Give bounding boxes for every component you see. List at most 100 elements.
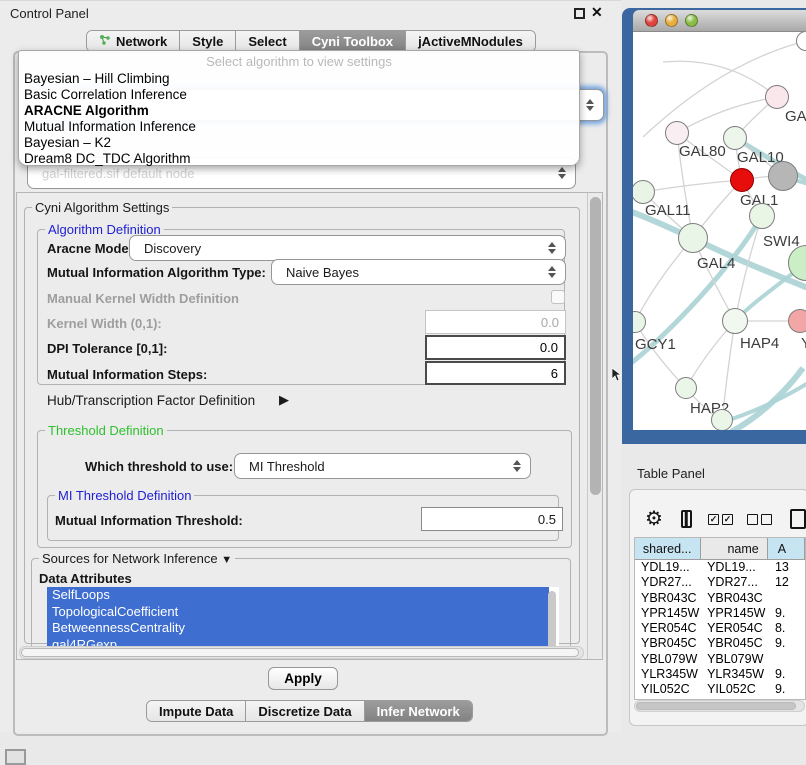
bottom-tab-bar: Impute DataDiscretize DataInfer Network bbox=[146, 700, 473, 722]
table-row[interactable]: YPR145WYPR145W9. bbox=[635, 606, 805, 621]
table-cell: YBR043C bbox=[635, 591, 701, 606]
network-node-gal[interactable] bbox=[765, 85, 789, 109]
settings-hscrollbar[interactable] bbox=[19, 646, 584, 659]
node-label: SWI4 bbox=[763, 233, 800, 250]
popup-item[interactable]: Mutual Information Inference bbox=[19, 119, 579, 135]
table-settings-gear-icon[interactable]: ⚙ bbox=[645, 509, 663, 529]
popup-item[interactable]: Bayesian – Hill Climbing bbox=[19, 71, 579, 87]
popup-item[interactable]: Bayesian – K2 bbox=[19, 135, 579, 151]
algorithm-popup-list: Bayesian – Hill ClimbingBasic Correlatio… bbox=[19, 71, 579, 167]
table-cell: YBR045C bbox=[635, 636, 701, 651]
hub-definition-label[interactable]: Hub/Transcription Factor Definition bbox=[47, 393, 255, 408]
attribute-item[interactable]: BetweennessCentrality bbox=[47, 620, 549, 637]
hide-columns-icon[interactable] bbox=[747, 514, 772, 525]
node-table[interactable]: shared...nameA YDL19...YDL19...13YDR27..… bbox=[634, 537, 806, 700]
table-cell: 9. bbox=[769, 667, 805, 682]
popup-placeholder: Select algorithm to view settings bbox=[19, 51, 579, 71]
hub-expand-arrow-icon[interactable]: ▶ bbox=[279, 392, 289, 408]
table-panel-title: Table Panel bbox=[637, 466, 705, 481]
minimized-panel-icon[interactable] bbox=[5, 749, 26, 765]
network-node[interactable] bbox=[768, 161, 798, 191]
tab-impute-data[interactable]: Impute Data bbox=[147, 701, 246, 721]
settings-vscrollbar-thumb[interactable] bbox=[590, 197, 601, 495]
table-cell: 12 bbox=[769, 575, 805, 590]
table-hscrollbar-thumb[interactable] bbox=[636, 702, 796, 710]
table-row[interactable]: YER054CYER054C8. bbox=[635, 621, 805, 636]
control-panel-window: Control Panel ✕ NetworkStyleSelectCyni T… bbox=[0, 0, 621, 732]
table-row[interactable]: YBR045CYBR045C9. bbox=[635, 636, 805, 651]
column-header[interactable]: name bbox=[701, 538, 768, 559]
close-traffic-light-icon[interactable] bbox=[645, 14, 658, 27]
mi-steps-input[interactable]: 6 bbox=[425, 361, 566, 385]
network-node-gal4[interactable] bbox=[678, 223, 708, 253]
tab-style[interactable]: Style bbox=[180, 31, 236, 51]
zoom-traffic-light-icon[interactable] bbox=[685, 14, 698, 27]
kernel-width-input[interactable]: 0.0 bbox=[425, 310, 566, 334]
aracne-mode-combo[interactable]: Discovery bbox=[129, 235, 566, 261]
attribute-list-scrollbar[interactable] bbox=[548, 591, 556, 649]
table-cell: 8. bbox=[769, 621, 805, 636]
tab-discretize-data[interactable]: Discretize Data bbox=[246, 701, 364, 721]
table-row[interactable]: YBR043CYBR043C bbox=[635, 591, 805, 606]
table-cell: YDR27... bbox=[701, 575, 769, 590]
table-cell: YIL052C bbox=[701, 682, 769, 697]
settings-hscrollbar-thumb[interactable] bbox=[21, 648, 579, 657]
popup-item[interactable]: Dream8 DC_TDC Algorithm bbox=[19, 151, 579, 167]
table-row[interactable]: YBL079WYBL079W bbox=[635, 652, 805, 667]
network-node-gal1[interactable] bbox=[730, 168, 754, 192]
show-columns-icon[interactable]: ✓✓ bbox=[708, 514, 733, 525]
algorithm-popup: Select algorithm to view settings Bayesi… bbox=[18, 50, 580, 166]
table-row[interactable]: YLR345WYLR345W9. bbox=[635, 667, 805, 682]
network-node[interactable] bbox=[711, 409, 733, 430]
node-label: HAP4 bbox=[740, 335, 779, 352]
tab-cyni-toolbox[interactable]: Cyni Toolbox bbox=[300, 31, 406, 51]
tab-network[interactable]: Network bbox=[87, 31, 180, 51]
table-row[interactable]: YDR27...YDR27...12 bbox=[635, 575, 805, 590]
popup-item[interactable]: ARACNE Algorithm bbox=[19, 103, 579, 119]
table-cell: YLR345W bbox=[701, 667, 769, 682]
apply-button[interactable]: Apply bbox=[268, 667, 338, 690]
network-canvas[interactable]: GALGAL80GAL10GAL1GAL11SWI4GAL4GCY1HAP4YH… bbox=[633, 32, 806, 430]
network-node-gal10[interactable] bbox=[723, 126, 747, 150]
data-table-combo-value: gal-filtered.sif default node bbox=[42, 166, 194, 181]
threshold-definition-title: Threshold Definition bbox=[45, 423, 167, 438]
minimize-traffic-light-icon[interactable] bbox=[665, 14, 678, 27]
mi-type-combo[interactable]: Naive Bayes bbox=[271, 259, 566, 285]
table-row[interactable]: YIL052CYIL052C9. bbox=[635, 682, 805, 697]
network-node-gal80[interactable] bbox=[665, 121, 689, 145]
float-window-icon[interactable] bbox=[574, 8, 585, 19]
table-cell: 9. bbox=[769, 636, 805, 651]
sources-collapse-arrow-icon[interactable]: ▼ bbox=[221, 554, 232, 566]
which-threshold-value: MI Threshold bbox=[249, 459, 325, 474]
node-label: GAL11 bbox=[645, 202, 691, 219]
new-table-icon[interactable] bbox=[790, 509, 806, 529]
network-node-swi4[interactable] bbox=[749, 203, 775, 229]
network-node-hap2[interactable] bbox=[675, 377, 697, 399]
table-cell: YPR145W bbox=[635, 606, 701, 621]
aracne-mode-value: Discovery bbox=[144, 241, 201, 256]
table-cell bbox=[769, 591, 805, 606]
column-header[interactable]: shared... bbox=[635, 538, 701, 559]
mi-threshold-group-title: MI Threshold Definition bbox=[55, 488, 194, 503]
network-window-titlebar[interactable] bbox=[633, 10, 806, 32]
network-node-hap4[interactable] bbox=[722, 308, 748, 334]
tab-jactivemnodules[interactable]: jActiveMNodules bbox=[406, 31, 535, 51]
tab-select[interactable]: Select bbox=[236, 31, 299, 51]
split-columns-icon[interactable] bbox=[681, 510, 692, 528]
dpi-tolerance-input[interactable]: 0.0 bbox=[425, 335, 566, 360]
mi-threshold-input[interactable]: 0.5 bbox=[421, 507, 563, 531]
tab-infer-network[interactable]: Infer Network bbox=[365, 701, 472, 721]
which-threshold-combo[interactable]: MI Threshold bbox=[234, 453, 531, 479]
manual-kernel-checkbox[interactable] bbox=[551, 290, 565, 304]
table-hscrollbar[interactable] bbox=[634, 700, 805, 712]
close-icon[interactable]: ✕ bbox=[591, 4, 603, 21]
settings-vscrollbar[interactable] bbox=[587, 193, 603, 659]
table-row[interactable]: YDL19...YDL19...13 bbox=[635, 560, 805, 575]
attribute-item[interactable]: SelfLoops bbox=[47, 587, 549, 604]
table-cell: YDL19... bbox=[701, 560, 769, 575]
attribute-item[interactable]: TopologicalCoefficient bbox=[47, 604, 549, 621]
network-node-y[interactable] bbox=[788, 309, 806, 333]
popup-item[interactable]: Basic Correlation Inference bbox=[19, 87, 579, 103]
table-cell: YLR345W bbox=[635, 667, 701, 682]
column-header[interactable]: A bbox=[768, 538, 805, 559]
